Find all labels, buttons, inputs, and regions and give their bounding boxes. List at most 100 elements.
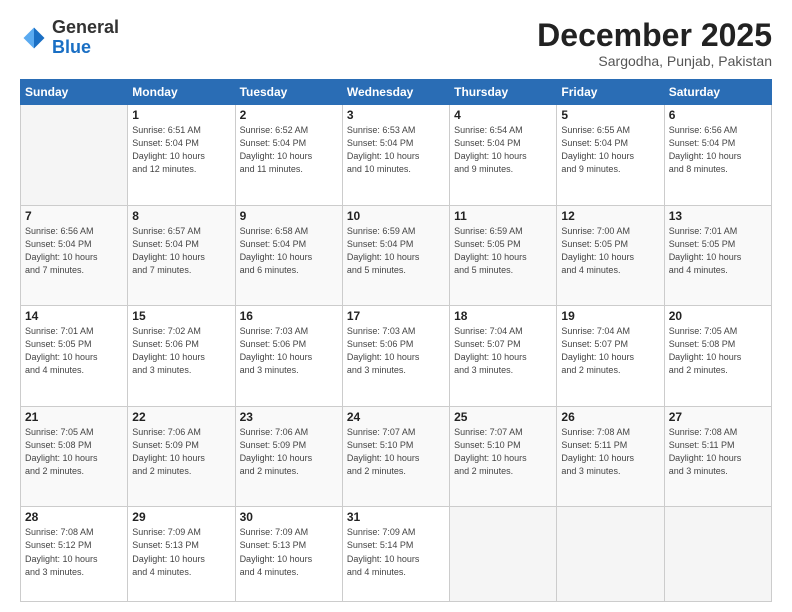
day-info: Sunrise: 7:02 AMSunset: 5:06 PMDaylight:…	[132, 325, 230, 377]
month-year: December 2025	[537, 18, 772, 53]
logo-icon	[20, 24, 48, 52]
day-info: Sunrise: 7:06 AMSunset: 5:09 PMDaylight:…	[240, 426, 338, 478]
calendar-cell: 29 Sunrise: 7:09 AMSunset: 5:13 PMDayligh…	[128, 507, 235, 602]
day-number: 9	[240, 209, 338, 223]
calendar-cell: 4 Sunrise: 6:54 AMSunset: 5:04 PMDaylight…	[450, 105, 557, 206]
day-number: 2	[240, 108, 338, 122]
calendar-cell: 6 Sunrise: 6:56 AMSunset: 5:04 PMDaylight…	[664, 105, 771, 206]
day-number: 29	[132, 510, 230, 524]
calendar-table: SundayMondayTuesdayWednesdayThursdayFrid…	[20, 79, 772, 602]
day-info: Sunrise: 6:56 AMSunset: 5:04 PMDaylight:…	[25, 225, 123, 277]
day-info: Sunrise: 6:58 AMSunset: 5:04 PMDaylight:…	[240, 225, 338, 277]
calendar-cell: 11 Sunrise: 6:59 AMSunset: 5:05 PMDayligh…	[450, 205, 557, 306]
calendar-cell: 16 Sunrise: 7:03 AMSunset: 5:06 PMDayligh…	[235, 306, 342, 407]
col-header-saturday: Saturday	[664, 80, 771, 105]
calendar-cell: 9 Sunrise: 6:58 AMSunset: 5:04 PMDaylight…	[235, 205, 342, 306]
day-number: 26	[561, 410, 659, 424]
day-info: Sunrise: 7:03 AMSunset: 5:06 PMDaylight:…	[240, 325, 338, 377]
day-info: Sunrise: 7:09 AMSunset: 5:14 PMDaylight:…	[347, 526, 445, 578]
calendar-cell: 18 Sunrise: 7:04 AMSunset: 5:07 PMDayligh…	[450, 306, 557, 407]
day-number: 19	[561, 309, 659, 323]
calendar-cell: 20 Sunrise: 7:05 AMSunset: 5:08 PMDayligh…	[664, 306, 771, 407]
day-number: 8	[132, 209, 230, 223]
col-header-tuesday: Tuesday	[235, 80, 342, 105]
location: Sargodha, Punjab, Pakistan	[537, 53, 772, 69]
calendar-cell: 8 Sunrise: 6:57 AMSunset: 5:04 PMDaylight…	[128, 205, 235, 306]
calendar-cell: 27 Sunrise: 7:08 AMSunset: 5:11 PMDayligh…	[664, 406, 771, 507]
day-info: Sunrise: 7:07 AMSunset: 5:10 PMDaylight:…	[347, 426, 445, 478]
title-block: December 2025 Sargodha, Punjab, Pakistan	[537, 18, 772, 69]
day-number: 20	[669, 309, 767, 323]
day-info: Sunrise: 6:56 AMSunset: 5:04 PMDaylight:…	[669, 124, 767, 176]
calendar-cell: 13 Sunrise: 7:01 AMSunset: 5:05 PMDayligh…	[664, 205, 771, 306]
day-info: Sunrise: 7:05 AMSunset: 5:08 PMDaylight:…	[669, 325, 767, 377]
calendar-cell: 22Sunrise: 7:06 AMSunset: 5:09 PMDayligh…	[128, 406, 235, 507]
calendar-cell: 19Sunrise: 7:04 AMSunset: 5:07 PMDayligh…	[557, 306, 664, 407]
day-info: Sunrise: 7:08 AMSunset: 5:11 PMDaylight:…	[669, 426, 767, 478]
day-info: Sunrise: 7:05 AMSunset: 5:08 PMDaylight:…	[25, 426, 123, 478]
day-number: 25	[454, 410, 552, 424]
day-number: 28	[25, 510, 123, 524]
calendar-week-row: 7 Sunrise: 6:56 AMSunset: 5:04 PMDaylight…	[21, 205, 772, 306]
day-info: Sunrise: 7:04 AMSunset: 5:07 PMDaylight:…	[454, 325, 552, 377]
day-info: Sunrise: 7:09 AMSunset: 5:13 PMDaylight:…	[132, 526, 230, 578]
col-header-wednesday: Wednesday	[342, 80, 449, 105]
day-info: Sunrise: 7:08 AMSunset: 5:11 PMDaylight:…	[561, 426, 659, 478]
col-header-sunday: Sunday	[21, 80, 128, 105]
day-number: 5	[561, 108, 659, 122]
calendar-cell: 12Sunrise: 7:00 AMSunset: 5:05 PMDayligh…	[557, 205, 664, 306]
calendar-cell: 17Sunrise: 7:03 AMSunset: 5:06 PMDayligh…	[342, 306, 449, 407]
day-info: Sunrise: 7:08 AMSunset: 5:12 PMDaylight:…	[25, 526, 123, 578]
calendar-cell	[557, 507, 664, 602]
day-info: Sunrise: 6:54 AMSunset: 5:04 PMDaylight:…	[454, 124, 552, 176]
day-number: 13	[669, 209, 767, 223]
calendar-week-row: 28 Sunrise: 7:08 AMSunset: 5:12 PMDayligh…	[21, 507, 772, 602]
day-number: 11	[454, 209, 552, 223]
day-info: Sunrise: 7:09 AMSunset: 5:13 PMDaylight:…	[240, 526, 338, 578]
day-info: Sunrise: 7:03 AMSunset: 5:06 PMDaylight:…	[347, 325, 445, 377]
calendar-week-row: 21Sunrise: 7:05 AMSunset: 5:08 PMDayligh…	[21, 406, 772, 507]
calendar-cell	[21, 105, 128, 206]
day-number: 24	[347, 410, 445, 424]
logo-blue-text: Blue	[52, 37, 91, 57]
day-info: Sunrise: 6:59 AMSunset: 5:04 PMDaylight:…	[347, 225, 445, 277]
calendar-cell: 5 Sunrise: 6:55 AMSunset: 5:04 PMDaylight…	[557, 105, 664, 206]
header: General Blue December 2025 Sargodha, Pun…	[20, 18, 772, 69]
logo: General Blue	[20, 18, 119, 58]
day-number: 27	[669, 410, 767, 424]
calendar-cell: 7 Sunrise: 6:56 AMSunset: 5:04 PMDaylight…	[21, 205, 128, 306]
day-number: 7	[25, 209, 123, 223]
page: General Blue December 2025 Sargodha, Pun…	[0, 0, 792, 612]
day-number: 10	[347, 209, 445, 223]
day-number: 16	[240, 309, 338, 323]
day-info: Sunrise: 6:52 AMSunset: 5:04 PMDaylight:…	[240, 124, 338, 176]
col-header-monday: Monday	[128, 80, 235, 105]
logo-text: General Blue	[52, 18, 119, 58]
day-info: Sunrise: 6:57 AMSunset: 5:04 PMDaylight:…	[132, 225, 230, 277]
day-number: 14	[25, 309, 123, 323]
day-info: Sunrise: 7:07 AMSunset: 5:10 PMDaylight:…	[454, 426, 552, 478]
calendar-cell: 10 Sunrise: 6:59 AMSunset: 5:04 PMDayligh…	[342, 205, 449, 306]
day-number: 23	[240, 410, 338, 424]
day-number: 18	[454, 309, 552, 323]
calendar-cell	[450, 507, 557, 602]
day-number: 6	[669, 108, 767, 122]
calendar-cell: 3Sunrise: 6:53 AMSunset: 5:04 PMDaylight…	[342, 105, 449, 206]
day-info: Sunrise: 7:01 AMSunset: 5:05 PMDaylight:…	[25, 325, 123, 377]
day-info: Sunrise: 7:06 AMSunset: 5:09 PMDaylight:…	[132, 426, 230, 478]
logo-general-text: General	[52, 17, 119, 37]
day-info: Sunrise: 6:53 AMSunset: 5:04 PMDaylight:…	[347, 124, 445, 176]
calendar-cell: 25 Sunrise: 7:07 AMSunset: 5:10 PMDayligh…	[450, 406, 557, 507]
calendar-cell: 26 Sunrise: 7:08 AMSunset: 5:11 PMDayligh…	[557, 406, 664, 507]
day-info: Sunrise: 7:00 AMSunset: 5:05 PMDaylight:…	[561, 225, 659, 277]
calendar-cell: 14 Sunrise: 7:01 AMSunset: 5:05 PMDayligh…	[21, 306, 128, 407]
calendar-cell: 1Sunrise: 6:51 AMSunset: 5:04 PMDaylight…	[128, 105, 235, 206]
day-info: Sunrise: 6:59 AMSunset: 5:05 PMDaylight:…	[454, 225, 552, 277]
day-number: 4	[454, 108, 552, 122]
calendar-cell	[664, 507, 771, 602]
day-info: Sunrise: 6:55 AMSunset: 5:04 PMDaylight:…	[561, 124, 659, 176]
calendar-cell: 23 Sunrise: 7:06 AMSunset: 5:09 PMDayligh…	[235, 406, 342, 507]
calendar-header-row: SundayMondayTuesdayWednesdayThursdayFrid…	[21, 80, 772, 105]
day-info: Sunrise: 7:01 AMSunset: 5:05 PMDaylight:…	[669, 225, 767, 277]
calendar-cell: 31Sunrise: 7:09 AMSunset: 5:14 PMDayligh…	[342, 507, 449, 602]
